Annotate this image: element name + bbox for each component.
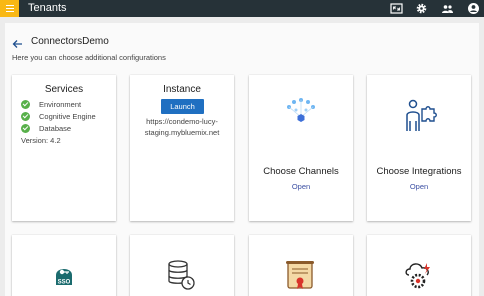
sso-icon-label: SSO bbox=[58, 280, 71, 286]
service-item: Environment bbox=[21, 99, 81, 109]
integrations-card[interactable]: Choose Integrations Open bbox=[367, 75, 471, 221]
channels-network-icon bbox=[282, 97, 320, 131]
integrations-title: Choose Integrations bbox=[376, 166, 462, 177]
database-history-card[interactable] bbox=[130, 235, 234, 296]
service-label: Database bbox=[39, 123, 72, 133]
database-history-icon bbox=[166, 259, 196, 291]
page-subtitle: Here you can choose additional configura… bbox=[12, 53, 166, 62]
back-arrow-icon[interactable] bbox=[12, 36, 23, 48]
hamburger-icon-line bbox=[5, 11, 14, 12]
menu-button[interactable] bbox=[0, 0, 19, 17]
services-title: Services bbox=[44, 84, 84, 95]
cloud-gear-icon bbox=[403, 259, 435, 291]
service-label: Cognitive Engine bbox=[39, 111, 96, 121]
service-item: Cognitive Engine bbox=[21, 111, 96, 121]
hamburger-icon-line bbox=[5, 8, 14, 9]
version-text: Version: 4.2 bbox=[21, 136, 61, 145]
hamburger-icon-line bbox=[5, 5, 14, 6]
check-circle-icon bbox=[21, 123, 30, 133]
certificate-card[interactable] bbox=[249, 235, 353, 296]
top-app-bar: Tenants bbox=[0, 0, 484, 17]
integrations-open-link[interactable]: Open bbox=[367, 182, 471, 191]
instance-card: Instance Launch https://condemo-lucy- st… bbox=[130, 75, 234, 221]
page-title: ConnectorsDemo bbox=[31, 36, 109, 47]
cloud-gear-card[interactable] bbox=[367, 235, 471, 296]
people-icon[interactable] bbox=[441, 2, 454, 15]
service-label: Environment bbox=[39, 99, 82, 109]
app-title: Tenants bbox=[28, 2, 67, 14]
fullscreen-icon[interactable] bbox=[390, 2, 403, 15]
instance-title: Instance bbox=[163, 84, 201, 95]
integration-person-puzzle-icon bbox=[401, 97, 437, 133]
channels-title: Choose Channels bbox=[263, 166, 339, 177]
launch-button[interactable]: Launch bbox=[161, 99, 204, 114]
sso-card[interactable]: SSO bbox=[12, 235, 116, 296]
service-item: Database bbox=[21, 123, 71, 133]
check-circle-icon bbox=[21, 111, 30, 121]
check-circle-icon bbox=[21, 99, 30, 109]
certificate-icon bbox=[283, 259, 317, 291]
instance-url-line[interactable]: https://condemo-lucy- bbox=[130, 117, 234, 126]
gear-icon[interactable] bbox=[415, 2, 428, 15]
services-card: Services Environment Cognitive Engine Da… bbox=[12, 75, 116, 221]
channels-open-link[interactable]: Open bbox=[249, 182, 353, 191]
sso-key-icon: SSO bbox=[50, 261, 78, 289]
account-circle-icon[interactable] bbox=[467, 2, 480, 15]
channels-card[interactable]: Choose Channels Open bbox=[249, 75, 353, 221]
instance-url-line[interactable]: staging.mybluemix.net bbox=[130, 128, 234, 137]
